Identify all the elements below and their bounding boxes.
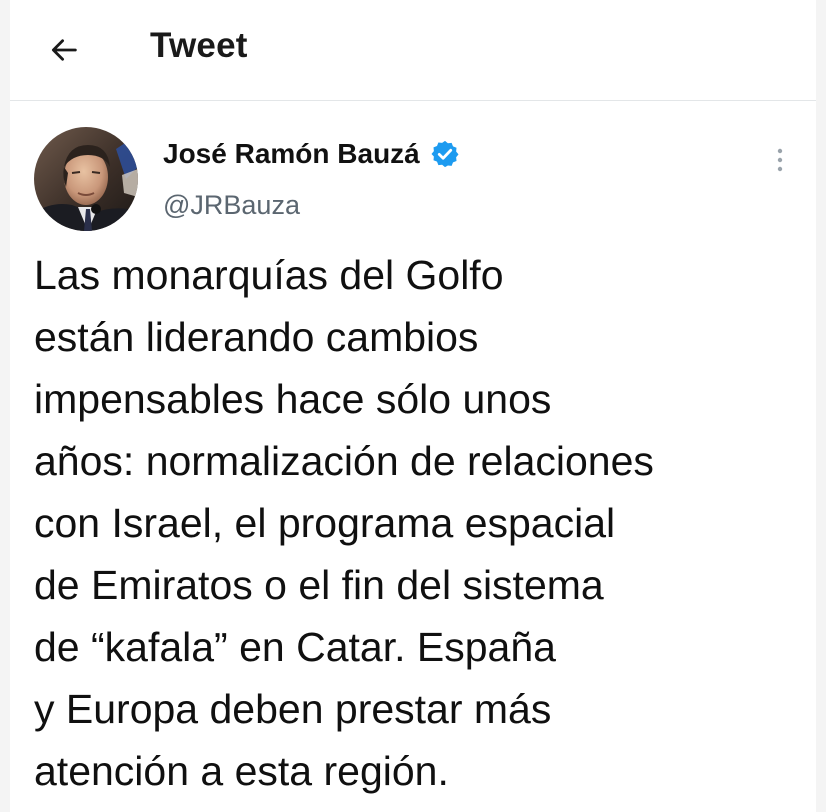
tweet-text: Las monarquías del Golfo están liderando… <box>34 244 804 802</box>
author-handle[interactable]: @JRBauza <box>163 190 300 221</box>
tweet-text-line: años: normalización de relaciones <box>34 438 654 484</box>
tweet-text-line: de “kafala” en Catar. España <box>34 624 556 670</box>
arrow-left-icon <box>51 39 77 61</box>
top-bar: Tweet <box>10 0 816 101</box>
verified-badge-icon <box>430 139 460 169</box>
page-title: Tweet <box>150 26 248 65</box>
tweet-text-line: de Emiratos o el fin del sistema <box>34 562 604 608</box>
profile-photo <box>34 127 138 231</box>
vertical-ellipsis-icon <box>777 148 783 172</box>
tweet-text-line: con Israel, el programa espacial <box>34 500 616 546</box>
tweet-text-line: Las monarquías del Golfo <box>34 252 504 298</box>
avatar[interactable] <box>34 127 138 231</box>
tweet-text-line: están liderando cambios <box>34 314 479 360</box>
more-options-button[interactable] <box>762 140 798 180</box>
tweet-text-line: y Europa deben prestar más <box>34 686 552 732</box>
tweet-text-line: impensables hace sólo unos <box>34 376 552 422</box>
author-name-link[interactable]: José Ramón Bauzá <box>163 138 460 170</box>
back-button[interactable] <box>42 28 86 72</box>
screenshot-frame: Tweet José Ramón Bauzá @JRBauza Las mona… <box>0 0 826 812</box>
tweet-page: Tweet José Ramón Bauzá @JRBauza Las mona… <box>10 0 816 812</box>
author-name: José Ramón Bauzá <box>163 138 420 169</box>
tweet-text-line: atención a esta región. <box>34 748 449 794</box>
